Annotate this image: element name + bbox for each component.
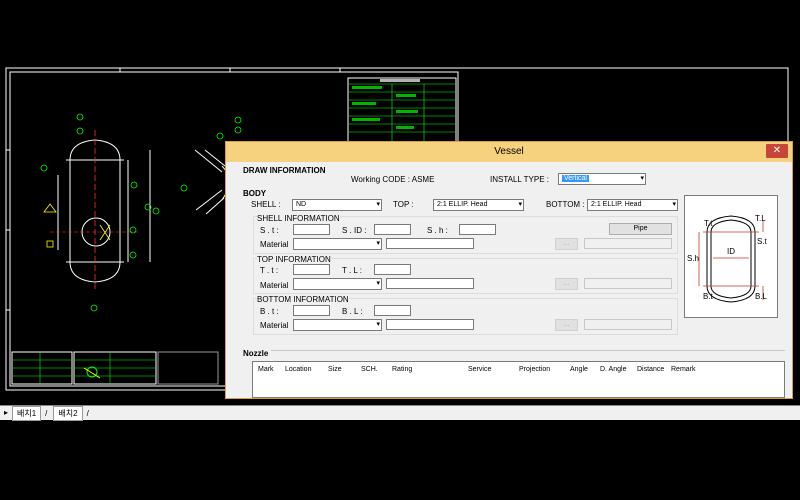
top-label: TOP : [393, 200, 414, 209]
shell-id-input[interactable] [374, 224, 411, 235]
bottom-thickness-input[interactable] [293, 305, 330, 316]
top-thickness-label: T . t : [260, 266, 279, 275]
shell-information-heading: SHELL INFORMATION [257, 214, 340, 223]
vessel-dialog: Vessel ✕ DRAW INFORMATION Working CODE :… [225, 141, 793, 399]
nozzle-col-rating[interactable]: Rating [392, 366, 412, 373]
working-code-label: Working CODE : ASME [351, 175, 435, 184]
bottom-material-select[interactable]: ▾ [293, 319, 382, 331]
nozzle-col-remark[interactable]: Remark [671, 366, 696, 373]
install-type-value: Vertical [562, 175, 589, 182]
preview-inner-diameter: ID [727, 247, 735, 256]
nozzle-col-distance[interactable]: Distance [637, 366, 664, 373]
close-icon: ✕ [772, 145, 782, 156]
chevron-down-icon: ▾ [672, 201, 676, 208]
nozzle-col-service[interactable]: Service [468, 366, 491, 373]
nozzle-heading: Nozzle [243, 349, 272, 358]
install-type-label: INSTALL TYPE : [490, 175, 549, 184]
top-select[interactable]: 2:1 ELLIP. Head ▾ [433, 199, 524, 211]
nozzle-col-location[interactable]: Location [285, 366, 311, 373]
shell-spec-field [584, 238, 672, 249]
bottom-material-input[interactable] [386, 319, 474, 330]
install-type-select[interactable]: Vertical ▾ [558, 173, 646, 185]
dialog-title: Vessel [494, 146, 524, 157]
body-heading: BODY [243, 189, 267, 198]
chevron-down-icon: ▾ [640, 175, 644, 182]
bottom-length-label: B . L : [342, 307, 363, 316]
preview-top-length: T.L [755, 214, 766, 223]
nozzle-col-projection[interactable]: Projection [519, 366, 550, 373]
top-spec-field [584, 278, 672, 289]
preview-bottom-thickness: B.t [703, 292, 714, 301]
shell-thickness-input[interactable] [293, 224, 330, 235]
top-material-input[interactable] [386, 278, 474, 289]
bottom-thickness-label: B . t : [260, 307, 279, 316]
layout-tab-2[interactable]: 배치2 [53, 406, 83, 421]
top-browse-button[interactable]: ... [555, 278, 578, 290]
pipe-button[interactable]: Pipe [609, 223, 672, 235]
shell-id-label: S . ID : [342, 226, 367, 235]
shell-height-input[interactable] [459, 224, 496, 235]
bottom-information-heading: BOTTOM INFORMATION [257, 295, 349, 304]
bottom-label: BOTTOM : [546, 200, 585, 209]
nozzle-col-mark[interactable]: Mark [258, 366, 274, 373]
chevron-down-icon: ▾ [376, 240, 380, 247]
chevron-down-icon: ▾ [518, 201, 522, 208]
top-value: 2:1 ELLIP. Head [437, 201, 488, 208]
preview-shell-thickness: S.t [757, 237, 768, 246]
bottom-browse-button[interactable]: ... [555, 319, 578, 331]
bottom-spec-field [584, 319, 672, 330]
shell-browse-button[interactable]: ... [555, 238, 578, 250]
nozzle-table[interactable]: Mark Location Size SCH. Rating Service P… [252, 361, 785, 398]
preview-shell-height: S.h [687, 254, 699, 263]
shell-thickness-label: S . t : [260, 226, 279, 235]
vessel-schematic: T.t T.L ID S.t S.h B.t B.L [687, 214, 768, 303]
shell-material-select[interactable]: ▾ [293, 238, 382, 250]
shell-material-input[interactable] [386, 238, 474, 249]
chevron-down-icon: ▾ [376, 201, 380, 208]
preview-bottom-length: B.L [755, 292, 768, 301]
top-material-label: Material [260, 281, 289, 290]
bottom-select[interactable]: 2:1 ELLIP. Head ▾ [587, 199, 678, 211]
shell-label: SHELL : [251, 200, 281, 209]
nozzle-col-size[interactable]: Size [328, 366, 342, 373]
shell-value: ND [296, 201, 307, 208]
shell-select[interactable]: ND ▾ [292, 199, 382, 211]
top-length-input[interactable] [374, 264, 411, 275]
draw-information-heading: DRAW INFORMATION [243, 166, 326, 175]
close-button[interactable]: ✕ [766, 144, 788, 158]
top-thickness-input[interactable] [293, 264, 330, 275]
top-information-heading: TOP INFORMATION [257, 255, 331, 264]
vessel-preview-diagram: T.t T.L ID S.t S.h B.t B.L [684, 195, 778, 318]
bottom-length-input[interactable] [374, 305, 411, 316]
chevron-down-icon: ▾ [376, 321, 380, 328]
layout-tab-bar: ▸ 배치1/배치2/ [0, 405, 800, 421]
chevron-down-icon: ▾ [376, 280, 380, 287]
nozzle-col-d-angle[interactable]: D. Angle [600, 366, 626, 373]
nozzle-col-sch[interactable]: SCH. [361, 366, 378, 373]
dialog-titlebar[interactable]: Vessel ✕ [226, 142, 792, 162]
nozzle-separator [243, 350, 785, 351]
top-length-label: T . L : [342, 266, 363, 275]
nozzle-col-angle[interactable]: Angle [570, 366, 588, 373]
shell-material-label: Material [260, 240, 289, 249]
layout-tab-1[interactable]: 배치1 [12, 406, 42, 421]
shell-height-label: S . h : [427, 226, 448, 235]
layout-tabs: 배치1/배치2/ [10, 406, 93, 421]
bottom-material-label: Material [260, 321, 289, 330]
bottom-value: 2:1 ELLIP. Head [591, 201, 642, 208]
preview-top-thickness: T.t [704, 219, 713, 228]
top-material-select[interactable]: ▾ [293, 278, 382, 290]
